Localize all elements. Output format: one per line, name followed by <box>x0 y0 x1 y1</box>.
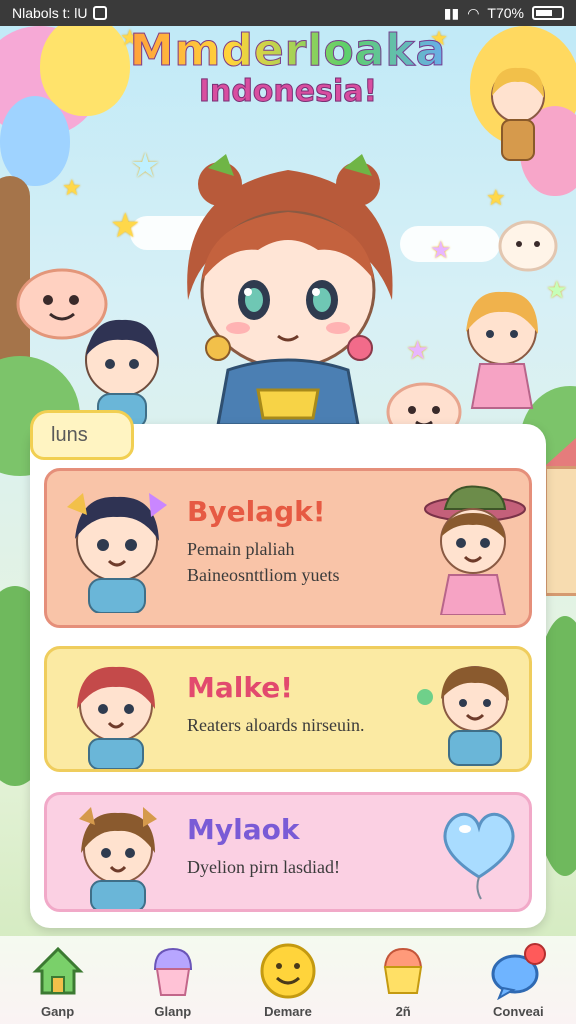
main-character-illustration <box>187 154 393 425</box>
star-icon: ★ <box>130 146 161 186</box>
nav-item-2[interactable]: Glanp <box>123 942 223 1019</box>
card-1-text: Byelagk! Pemain plaliah Baineosnttliom y… <box>187 495 340 588</box>
character-boy-icon <box>67 493 167 613</box>
balloon-decoration <box>0 96 70 186</box>
character-girl-brown-hair-icon <box>79 807 157 909</box>
cake-icon <box>374 942 432 1000</box>
bottom-nav: Ganp Glanp Demare 2ñ Conveai <box>0 936 576 1024</box>
cupcake-icon <box>144 942 202 1000</box>
house-decoration <box>544 466 576 596</box>
status-bar: Nlabols t: lU ▮▮ ◠ T70% <box>0 0 576 26</box>
nav-item-5[interactable]: Conveai <box>468 942 568 1019</box>
menu-card-3[interactable]: Mylaok Dyelion pirn lasdiad! <box>44 792 532 912</box>
panel-tab[interactable]: luns <box>30 410 134 460</box>
house-icon <box>29 942 87 1000</box>
blob-character-icon <box>498 220 558 272</box>
smiley-icon <box>259 942 317 1000</box>
nav-item-3[interactable]: Demare <box>238 942 338 1019</box>
star-icon: ★ <box>486 186 506 211</box>
star-icon: ★ <box>430 236 452 264</box>
nav-label-5: Conveai <box>493 1004 544 1019</box>
card-3-text: Mylaok Dyelion pirn lasdiad! <box>187 813 340 880</box>
status-text: Nlabols t: lU <box>12 5 88 21</box>
content-panel: Byelagk! Pemain plaliah Baineosnttliom y… <box>30 424 546 928</box>
nav-label-2: Glanp <box>154 1004 192 1019</box>
card-1-desc-line-2: Baineosnttliom yuets <box>187 565 340 586</box>
card-1-description: Pemain plaliah Baineosnttliom yuets <box>187 536 340 588</box>
character-cheering-icon <box>417 666 509 766</box>
signal-icon: ▮▮ <box>443 4 460 21</box>
character-girl-icon <box>466 291 538 409</box>
title-line-2: Indonesia! <box>198 74 378 110</box>
nav-label-3: Demare <box>264 1004 312 1019</box>
wifi-icon: ◠ <box>467 4 480 21</box>
star-icon: ★ <box>110 206 141 246</box>
menu-card-1[interactable]: Byelagk! Pemain plaliah Baineosnttliom y… <box>44 468 532 628</box>
panel-tab-label: luns <box>51 423 88 446</box>
character-girl-hat-icon <box>424 485 526 615</box>
star-icon: ★ <box>62 176 82 201</box>
nav-item-4[interactable]: 2ñ <box>353 942 453 1019</box>
heart-balloon-icon <box>443 812 515 900</box>
notification-icon <box>93 6 108 20</box>
card-1-desc-line-1: Pemain plaliah <box>187 539 295 559</box>
menu-card-2[interactable]: Malke! Reaters aloards nirseuin. <box>44 646 532 772</box>
star-icon: ★ <box>406 336 430 366</box>
battery-icon <box>532 6 564 20</box>
nav-item-1[interactable]: Ganp <box>8 942 108 1019</box>
card-3-title: Mylaok <box>187 813 300 846</box>
card-2-desc-line-1: Reaters aloards nirseuin. <box>187 715 365 735</box>
card-3-desc-line-1: Dyelion pirn lasdiad! <box>187 857 340 877</box>
card-2-title: Malke! <box>187 671 293 704</box>
card-3-description: Dyelion pirn lasdiad! <box>187 854 340 880</box>
card-1-title: Byelagk! <box>187 495 326 528</box>
card-2-description: Reaters aloards nirseuin. <box>187 712 364 738</box>
battery-text: T70% <box>487 5 524 21</box>
character-girl-red-hair-icon <box>77 666 155 769</box>
title-line-1: Mmderloaka <box>0 27 576 74</box>
nav-label-1: Ganp <box>40 1004 75 1019</box>
card-2-text: Malke! Reaters aloards nirseuin. <box>187 671 364 738</box>
app-title: Mmderloaka Indonesia! <box>0 27 576 110</box>
chat-bubble-icon <box>489 942 547 1000</box>
nav-label-4: 2ñ <box>395 1004 411 1019</box>
